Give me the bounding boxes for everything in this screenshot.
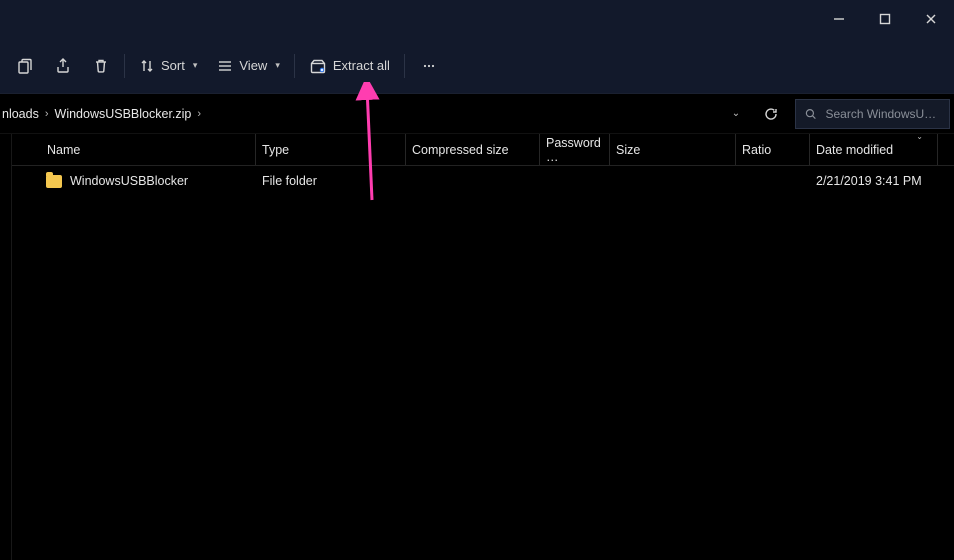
- extract-all-label: Extract all: [333, 58, 390, 73]
- maximize-button[interactable]: [862, 0, 908, 38]
- file-list-pane: Name Type Compressed size Password … Siz…: [12, 134, 954, 560]
- column-header-type[interactable]: Type: [256, 134, 406, 165]
- breadcrumb[interactable]: nloads › WindowsUSBBlocker.zip ›: [0, 98, 717, 130]
- toolbar-divider: [404, 54, 405, 78]
- column-header-password[interactable]: Password …: [540, 134, 610, 165]
- column-header-ratio[interactable]: Ratio: [736, 134, 810, 165]
- minimize-button[interactable]: [816, 0, 862, 38]
- search-box[interactable]: [795, 99, 950, 129]
- chevron-right-icon: ›: [191, 108, 207, 120]
- history-dropdown-button[interactable]: ⌄: [717, 98, 753, 130]
- more-button[interactable]: [409, 48, 449, 84]
- item-date: 2/21/2019 3:41 PM: [816, 174, 922, 188]
- toolbar: Sort ▾ View ▾ Extract all: [0, 38, 954, 94]
- copy-button[interactable]: [6, 48, 44, 84]
- item-name: WindowsUSBBlocker: [70, 174, 188, 188]
- address-bar: nloads › WindowsUSBBlocker.zip › ⌄: [0, 94, 954, 134]
- column-header-size[interactable]: Size: [610, 134, 736, 165]
- column-header-compressed[interactable]: Compressed size: [406, 134, 540, 165]
- navigation-pane: [0, 134, 12, 560]
- search-input[interactable]: [825, 107, 941, 121]
- file-explorer-window: Sort ▾ View ▾ Extract all nloads › Windo…: [0, 0, 954, 560]
- item-type: File folder: [262, 174, 317, 188]
- sort-button[interactable]: Sort ▾: [129, 48, 207, 84]
- sort-indicator-icon: ⌄: [916, 132, 923, 141]
- breadcrumb-seg-downloads[interactable]: nloads: [2, 107, 39, 121]
- delete-button[interactable]: [82, 48, 120, 84]
- chevron-down-icon: ▾: [193, 60, 198, 71]
- toolbar-divider: [294, 54, 295, 78]
- sort-label: Sort: [161, 58, 185, 73]
- view-button[interactable]: View ▾: [207, 48, 289, 84]
- toolbar-divider: [124, 54, 125, 78]
- share-button[interactable]: [44, 48, 82, 84]
- content-area: Name Type Compressed size Password … Siz…: [0, 134, 954, 560]
- column-header-name[interactable]: Name: [40, 134, 256, 165]
- column-headers: Name Type Compressed size Password … Siz…: [12, 134, 954, 166]
- close-button[interactable]: [908, 0, 954, 38]
- folder-icon: [46, 175, 62, 188]
- view-label: View: [239, 58, 267, 73]
- list-item[interactable]: WindowsUSBBlocker File folder 2/21/2019 …: [12, 166, 954, 196]
- breadcrumb-seg-zip[interactable]: WindowsUSBBlocker.zip: [55, 107, 192, 121]
- column-header-date[interactable]: Date modified ⌄: [810, 134, 938, 165]
- titlebar: [0, 0, 954, 38]
- refresh-button[interactable]: [753, 98, 789, 130]
- chevron-down-icon: ▾: [275, 60, 280, 71]
- chevron-right-icon: ›: [39, 108, 55, 120]
- extract-all-button[interactable]: Extract all: [299, 48, 400, 84]
